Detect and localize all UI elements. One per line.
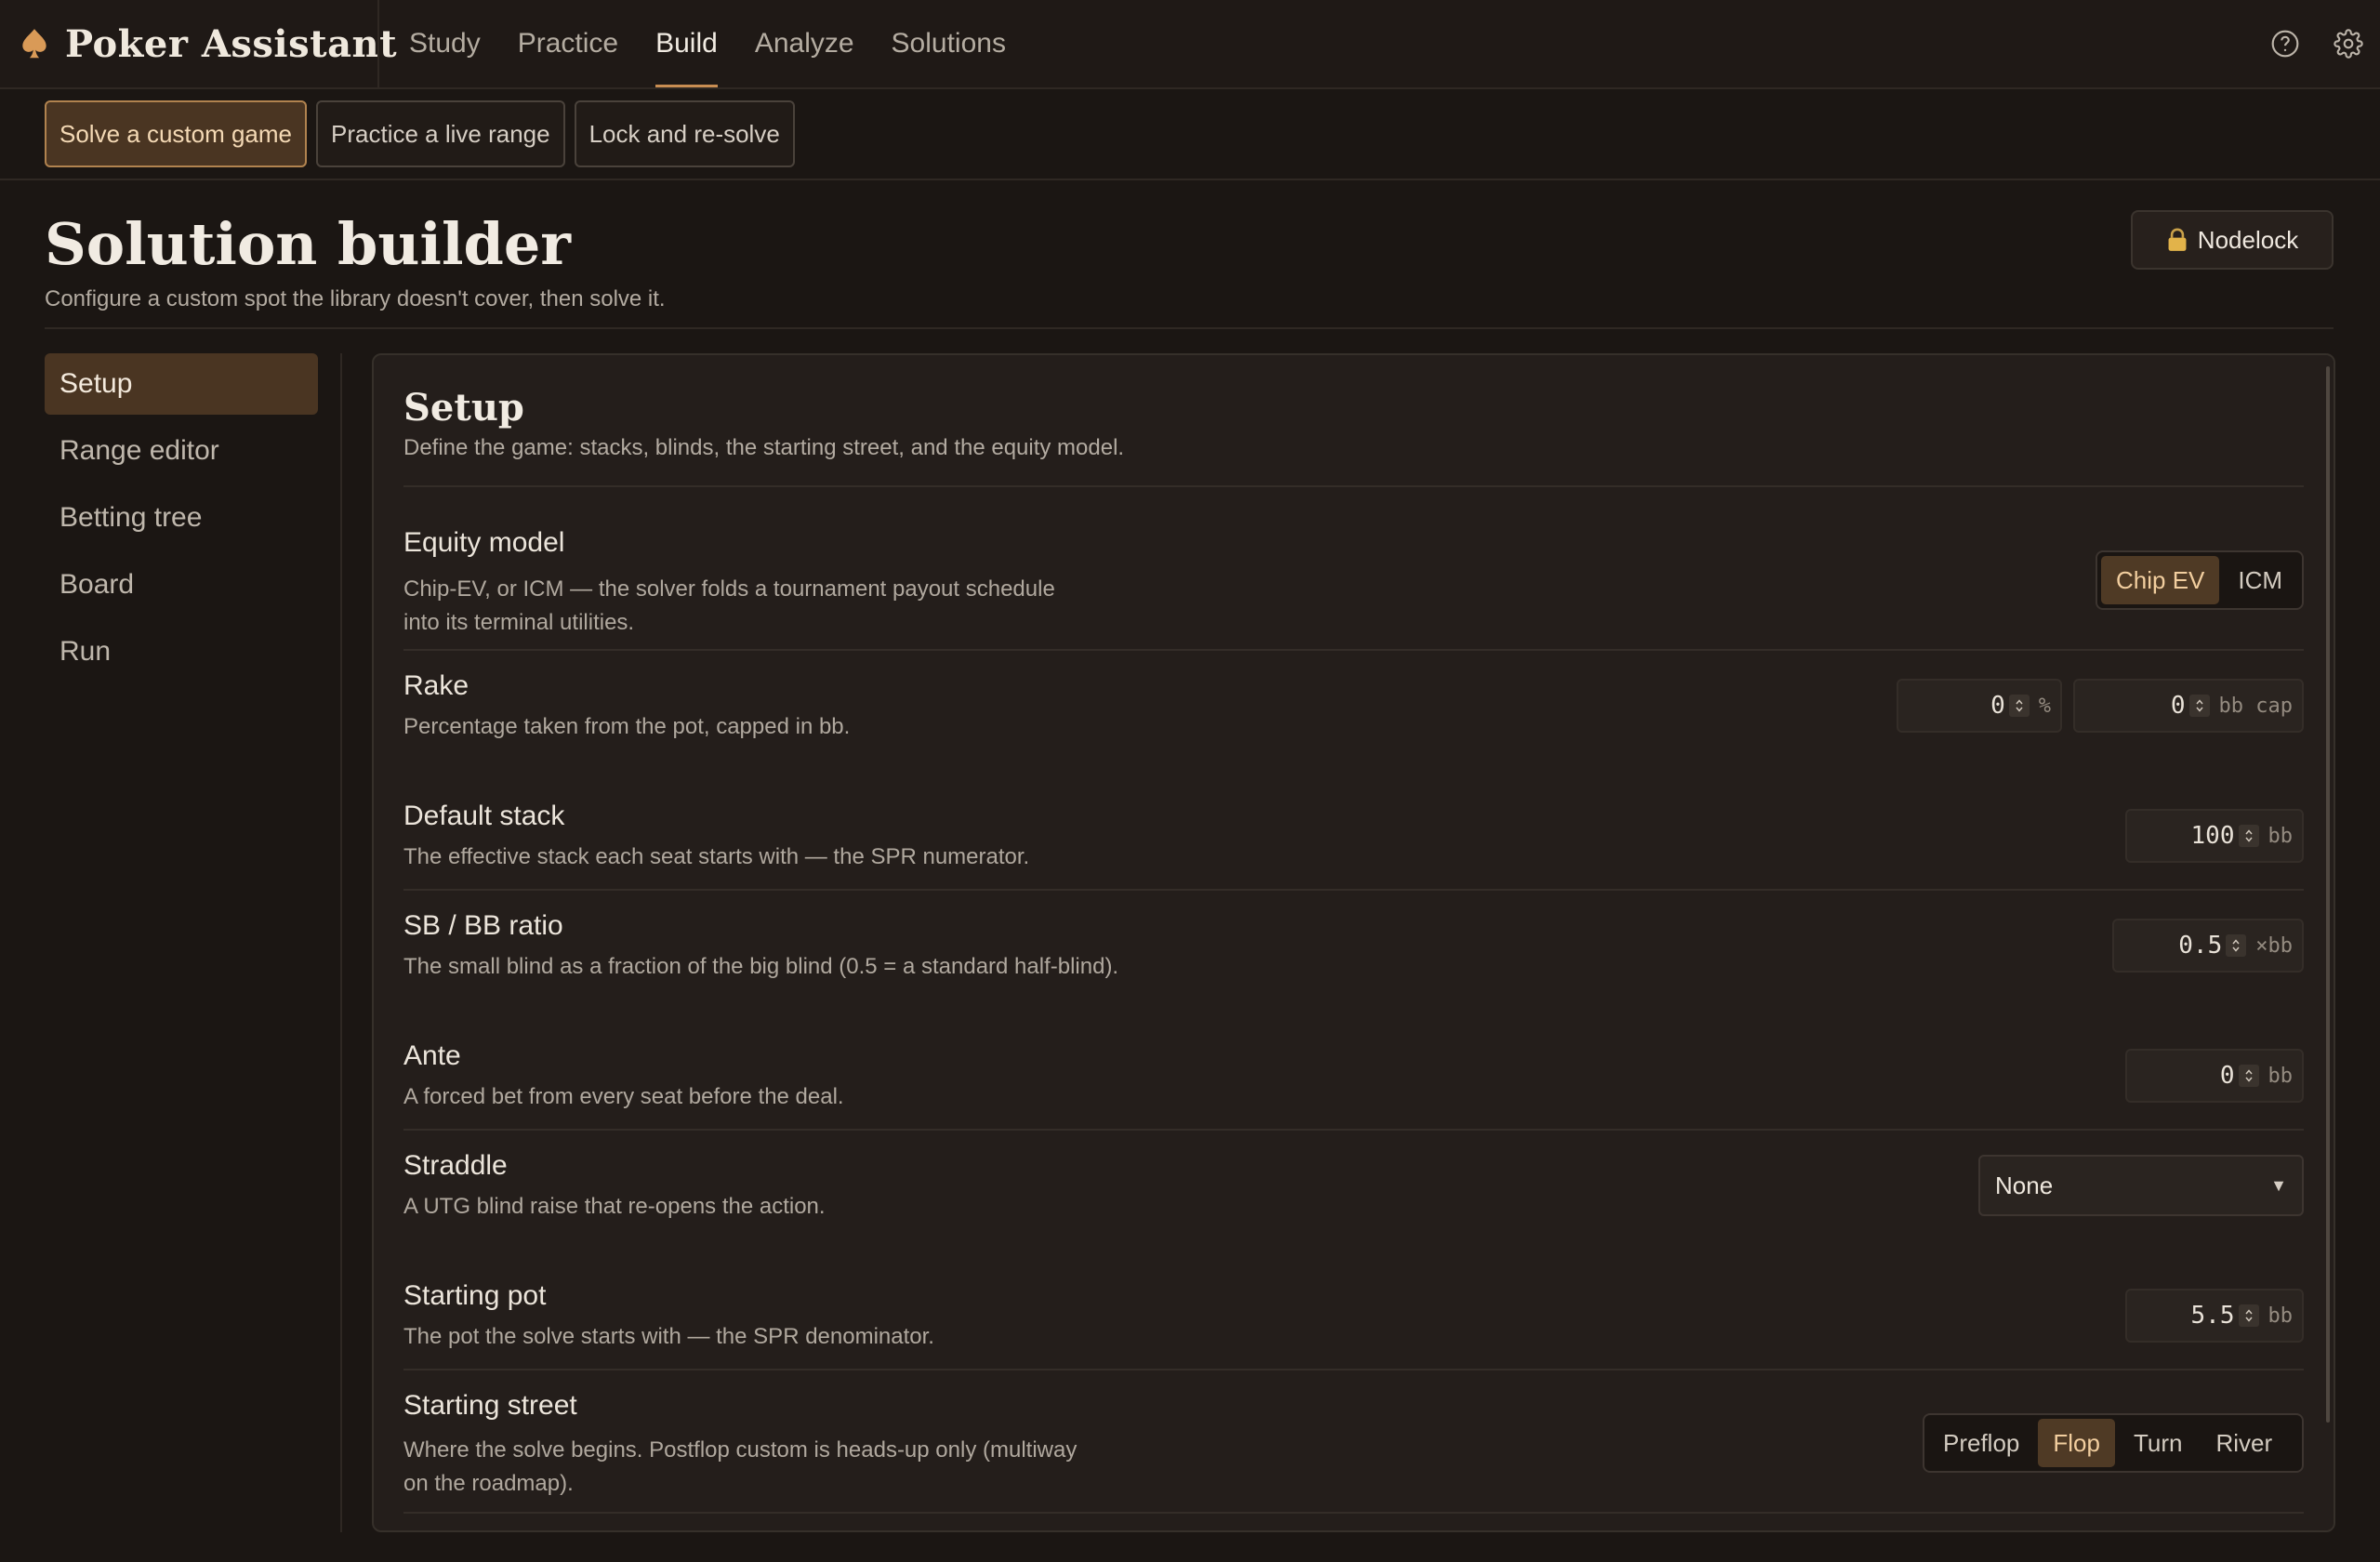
- straddle-select[interactable]: None ▼: [1978, 1155, 2304, 1216]
- ante-unit: bb: [2268, 1064, 2294, 1088]
- rake-cap-unit: bb cap: [2218, 694, 2293, 718]
- default-stack-label: Default stack: [403, 801, 565, 831]
- ante-label: Ante: [403, 1040, 461, 1071]
- ante-value: 0: [2219, 1062, 2235, 1090]
- sidebar-item-betting-tree[interactable]: Betting tree: [45, 487, 318, 549]
- sidebar-item-run[interactable]: Run: [45, 621, 318, 682]
- row-divider: [403, 889, 2304, 891]
- sidebar-divider: [340, 353, 342, 1532]
- page-title: Solution builder: [45, 210, 571, 278]
- sb-bb-ratio-value: 0.5: [2178, 932, 2223, 960]
- brand[interactable]: Poker Assistant: [17, 0, 397, 87]
- default-stack-value: 100: [2190, 822, 2235, 850]
- starting-pot-desc: The pot the solve starts with — the SPR …: [403, 1324, 934, 1349]
- sb-bb-ratio-desc: The small blind as a fraction of the big…: [403, 954, 1119, 979]
- nav-solutions[interactable]: Solutions: [892, 0, 1006, 87]
- top-icons: [2270, 0, 2363, 87]
- panel-divider: [403, 485, 2304, 487]
- spinner-icon[interactable]: [2238, 1065, 2259, 1087]
- sb-bb-ratio-label: SB / BB ratio: [403, 910, 563, 941]
- row-divider: [403, 1369, 2304, 1370]
- equity-option-icm[interactable]: ICM: [2223, 556, 2297, 604]
- spinner-icon[interactable]: [2226, 934, 2247, 957]
- sb-bb-ratio-row: SB / BB ratio The small blind as a fract…: [403, 907, 2304, 984]
- equity-model-row: Equity model Chip-EV, or ICM — the solve…: [403, 524, 2304, 640]
- rake-percent-unit: %: [2038, 694, 2051, 718]
- panel-subtitle: Define the game: stacks, blinds, the sta…: [403, 435, 1125, 460]
- row-divider: [403, 1512, 2304, 1514]
- street-option-preflop[interactable]: Preflop: [1928, 1419, 2034, 1467]
- lock-icon: [2168, 228, 2187, 251]
- spinner-icon[interactable]: [2238, 825, 2259, 847]
- spade-icon: [22, 29, 46, 59]
- help-icon[interactable]: [2270, 29, 2300, 59]
- equity-option-chip-ev[interactable]: Chip EV: [2101, 556, 2220, 604]
- rake-percent-value: 0: [1990, 692, 2005, 720]
- sub-nav: Solve a custom game Practice a live rang…: [0, 89, 2380, 180]
- row-divider: [403, 649, 2304, 651]
- spinner-icon[interactable]: [2238, 1304, 2259, 1327]
- default-stack-unit: bb: [2268, 824, 2294, 848]
- nodelock-button[interactable]: Nodelock: [2131, 210, 2334, 270]
- nav-study[interactable]: Study: [409, 0, 481, 87]
- ante-input[interactable]: 0 bb: [2125, 1049, 2304, 1103]
- starting-pot-unit: bb: [2268, 1304, 2294, 1328]
- starting-pot-value: 5.5: [2190, 1302, 2235, 1330]
- tab-lock-and-resolve[interactable]: Lock and re-solve: [574, 100, 795, 167]
- nav-build[interactable]: Build: [655, 0, 718, 87]
- starting-pot-label: Starting pot: [403, 1280, 547, 1311]
- top-nav: Poker Assistant Study Practice Build Ana…: [0, 0, 2380, 89]
- rake-cap-input[interactable]: 0 bb cap: [2073, 679, 2304, 733]
- default-stack-input[interactable]: 100 bb: [2125, 809, 2304, 863]
- header-divider: [45, 327, 2334, 329]
- sidebar-item-setup[interactable]: Setup: [45, 353, 318, 415]
- tab-practice-live-range[interactable]: Practice a live range: [316, 100, 565, 167]
- street-option-turn[interactable]: Turn: [2119, 1419, 2198, 1467]
- brand-name: Poker Assistant: [65, 21, 398, 66]
- default-stack-desc: The effective stack each seat starts wit…: [403, 844, 1030, 869]
- ante-row: Ante A forced bet from every seat before…: [403, 1038, 2304, 1114]
- tab-solve-custom-game[interactable]: Solve a custom game: [45, 100, 308, 167]
- equity-model-desc-2: into its terminal utilities.: [403, 610, 635, 635]
- sb-bb-ratio-unit: ×bb: [2255, 933, 2293, 958]
- sb-bb-ratio-input[interactable]: 0.5 ×bb: [2112, 919, 2304, 973]
- panel-title: Setup: [403, 386, 524, 430]
- rake-cap-value: 0: [2170, 692, 2186, 720]
- chevron-down-icon: ▼: [2270, 1175, 2287, 1195]
- sidebar-item-board[interactable]: Board: [45, 554, 318, 616]
- straddle-value: None: [1995, 1171, 2054, 1199]
- nav-practice[interactable]: Practice: [518, 0, 618, 87]
- starting-pot-row: Starting pot The pot the solve starts wi…: [403, 1277, 2304, 1354]
- nodelock-label: Nodelock: [2197, 225, 2299, 254]
- starting-street-toggle: Preflop Flop Turn River: [1923, 1413, 2304, 1473]
- rake-percent-input[interactable]: 0 %: [1897, 679, 2062, 733]
- ante-desc: A forced bet from every seat before the …: [403, 1084, 844, 1109]
- page-subtitle: Configure a custom spot the library does…: [45, 286, 666, 311]
- spinner-icon[interactable]: [2008, 695, 2030, 717]
- panel-scrollbar[interactable]: [2326, 366, 2330, 1423]
- equity-model-label: Equity model: [403, 527, 565, 558]
- settings-icon[interactable]: [2334, 29, 2363, 59]
- brand-divider: [377, 0, 379, 87]
- default-stack-row: Default stack The effective stack each s…: [403, 798, 2304, 874]
- nav-analyze[interactable]: Analyze: [755, 0, 854, 87]
- starting-pot-input[interactable]: 5.5 bb: [2125, 1289, 2304, 1343]
- mode-tabs: Solve a custom game Practice a live rang…: [45, 100, 795, 167]
- sidebar-item-range-editor[interactable]: Range editor: [45, 420, 318, 482]
- main-nav: Study Practice Build Analyze Solutions: [409, 0, 1043, 87]
- equity-model-toggle: Chip EV ICM: [2096, 550, 2304, 610]
- street-option-river[interactable]: River: [2201, 1419, 2287, 1467]
- spinner-icon[interactable]: [2188, 695, 2210, 717]
- equity-model-desc-1: Chip-EV, or ICM — the solver folds a tou…: [403, 576, 1055, 602]
- row-divider: [403, 1129, 2304, 1131]
- section-sidebar: Setup Range editor Betting tree Board Ru…: [45, 353, 318, 688]
- setup-panel: Setup Define the game: stacks, blinds, t…: [372, 353, 2335, 1532]
- street-option-flop[interactable]: Flop: [2038, 1419, 2115, 1467]
